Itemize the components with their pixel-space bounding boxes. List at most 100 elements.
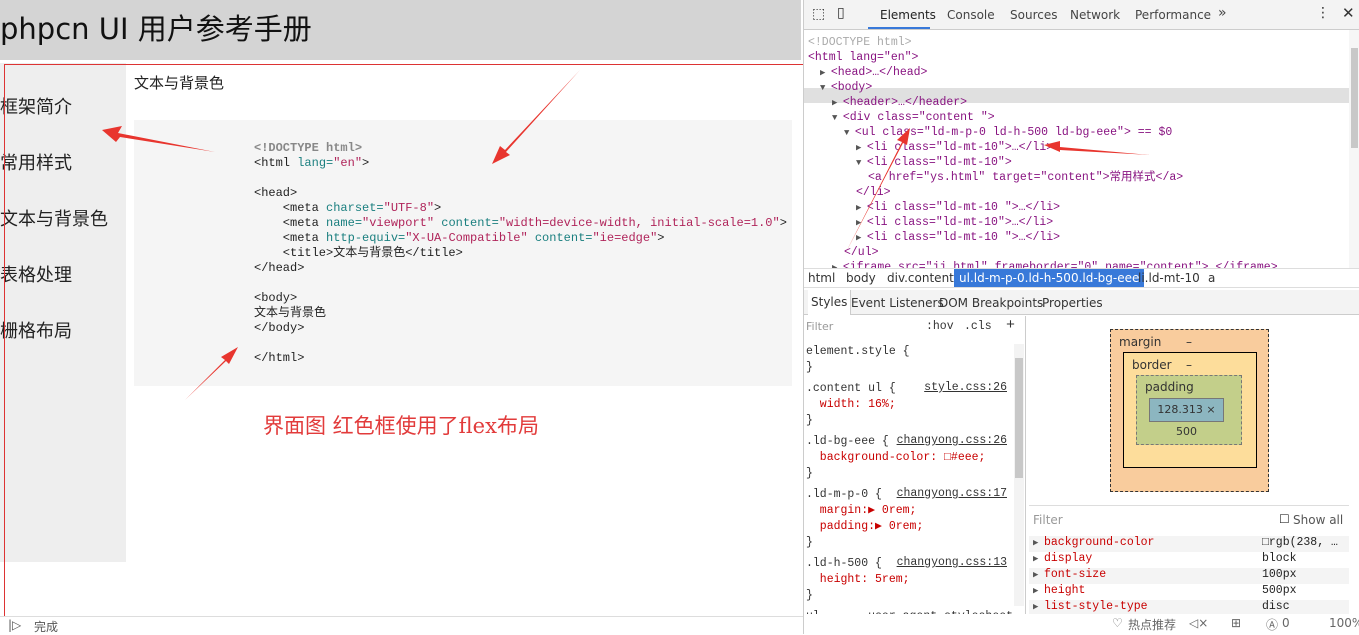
- dom-node-selected[interactable]: ▼ <ul class="ld-m-p-0 ld-h-500 ld-bg-eee…: [844, 125, 1172, 140]
- styles-scrollbar[interactable]: [1014, 344, 1024, 606]
- devtools-toolbar: ⬚ ▯ Elements Console Sources Network Per…: [804, 0, 1359, 30]
- new-rule-button[interactable]: +: [1006, 317, 1015, 334]
- browser-status-right: ♡ 热点推荐 ◁× ⊞ Ⓐ 0 100%: [804, 614, 1359, 634]
- expand-triangle-icon[interactable]: ▶: [1033, 554, 1038, 564]
- dom-node[interactable]: ▶ <head>…</head>: [820, 65, 927, 80]
- css-declaration[interactable]: background-color: □#eee;: [806, 450, 986, 465]
- crumb-a[interactable]: a: [1208, 271, 1215, 285]
- dom-node[interactable]: <!DOCTYPE html>: [808, 35, 912, 50]
- play-icon[interactable]: |▷: [8, 618, 21, 632]
- expand-triangle-icon[interactable]: ▶: [856, 143, 867, 153]
- css-rule-line: .content ul {: [806, 382, 896, 395]
- crumb-li[interactable]: li.ld-mt-10: [1138, 271, 1200, 285]
- device-toggle-icon[interactable]: ▯: [837, 5, 845, 21]
- subtab-properties[interactable]: Properties: [1042, 296, 1103, 310]
- zoom-level[interactable]: 100%: [1329, 616, 1359, 630]
- hot-recommend-label[interactable]: 热点推荐: [1128, 616, 1176, 633]
- menu-icon[interactable]: ⋮: [1316, 5, 1330, 21]
- css-declaration[interactable]: width: 16%;: [806, 397, 896, 412]
- computed-filter-input[interactable]: Filter: [1033, 513, 1063, 527]
- collapse-triangle-icon[interactable]: ▼: [832, 113, 843, 123]
- css-declaration[interactable]: height: 5rem;: [806, 572, 910, 587]
- collapse-triangle-icon[interactable]: ▼: [856, 158, 867, 168]
- download-icon[interactable]: ⊞: [1231, 616, 1241, 630]
- crumb-ul[interactable]: ul.ld-m-p-0.ld-h-500.ld-bg-eee: [954, 269, 1145, 287]
- adblock-icon[interactable]: Ⓐ: [1266, 616, 1278, 633]
- crumb-html[interactable]: html: [808, 271, 835, 285]
- dom-node-text: <div class="content ">: [842, 111, 995, 124]
- css-declaration[interactable]: padding:▶ 0rem;: [806, 519, 924, 534]
- expand-triangle-icon[interactable]: ▶: [1033, 586, 1038, 596]
- dom-node[interactable]: ▶ <li class="ld-mt-10">…</li>: [856, 140, 1053, 155]
- dom-node[interactable]: ▶ <li class="ld-mt-10 ">…</li>: [856, 200, 1060, 215]
- tab-elements[interactable]: Elements: [880, 8, 936, 22]
- box-margin[interactable]: margin – border – padding 128.313 × 500: [1110, 329, 1269, 492]
- expand-triangle-icon[interactable]: ▶: [856, 218, 867, 228]
- dom-node-text: </ul>: [844, 246, 879, 259]
- box-model: margin – border – padding 128.313 × 500: [1029, 316, 1349, 504]
- adblock-count: 0: [1282, 616, 1290, 630]
- css-source-link[interactable]: changyong.css:17: [897, 487, 1007, 500]
- tab-network[interactable]: Network: [1070, 8, 1120, 22]
- dom-node[interactable]: ▼ <div class="content ">: [832, 110, 995, 125]
- box-padding[interactable]: padding 128.313 × 500: [1136, 375, 1242, 445]
- tab-performance[interactable]: Performance: [1135, 8, 1211, 22]
- dom-scrollbar[interactable]: [1349, 30, 1359, 268]
- dom-node-text: <ul class="ld-m-p-0 ld-h-500 ld-bg-eee">…: [854, 126, 1173, 139]
- subtab-event-listeners[interactable]: Event Listeners: [851, 296, 944, 310]
- expand-triangle-icon[interactable]: ▶: [856, 233, 867, 243]
- dom-node-text: <li class="ld-mt-10">: [866, 156, 1012, 169]
- computed-property-value: block: [1262, 552, 1297, 565]
- dom-node[interactable]: ▼ <body>: [820, 80, 872, 95]
- css-rule-line: }: [806, 414, 813, 427]
- dom-node-text: <head>…</head>: [830, 66, 928, 79]
- expand-triangle-icon[interactable]: ▶: [1033, 538, 1038, 548]
- mute-icon[interactable]: ◁×: [1189, 616, 1208, 630]
- css-rule-line: }: [806, 536, 813, 549]
- tab-sources[interactable]: Sources: [1010, 8, 1057, 22]
- crumb-body[interactable]: body: [846, 271, 876, 285]
- expand-triangle-icon[interactable]: ▶: [820, 68, 831, 78]
- dom-node[interactable]: ▶ <header>…</header>: [832, 95, 967, 110]
- inspect-icon[interactable]: ⬚: [812, 6, 825, 22]
- expand-triangle-icon[interactable]: ▶: [1033, 602, 1038, 612]
- show-all-checkbox[interactable]: ☐: [1279, 512, 1290, 526]
- css-declaration[interactable]: margin:▶ 0rem;: [806, 503, 917, 518]
- computed-property[interactable]: ▶ font-size 100px: [1029, 568, 1349, 584]
- expand-triangle-icon[interactable]: ▶: [856, 203, 867, 213]
- box-content-size[interactable]: 128.313 × 500: [1149, 398, 1224, 438]
- box-border[interactable]: border – padding 128.313 × 500: [1123, 352, 1257, 468]
- css-source-link[interactable]: changyong.css:26: [897, 434, 1007, 447]
- dom-tree[interactable]: <!DOCTYPE html> <html lang="en"> ▶ <head>……: [804, 30, 1349, 274]
- dom-node[interactable]: </li>: [856, 185, 891, 200]
- computed-property[interactable]: ▶ height 500px: [1029, 584, 1349, 600]
- expand-triangle-icon[interactable]: ▶: [1033, 570, 1038, 580]
- close-icon[interactable]: ✕: [1342, 4, 1355, 22]
- subtab-dom-breakpoints[interactable]: DOM Breakpoints: [939, 296, 1043, 310]
- styles-filter-input[interactable]: Filter: [806, 320, 833, 333]
- computed-property[interactable]: ▶ display block: [1029, 552, 1349, 568]
- tab-console[interactable]: Console: [947, 8, 995, 22]
- dom-node[interactable]: ▼ <li class="ld-mt-10">: [856, 155, 1012, 170]
- more-tabs-icon[interactable]: »: [1218, 5, 1227, 21]
- css-source-link[interactable]: style.css:26: [924, 381, 1007, 394]
- dom-node[interactable]: <a href="ys.html" target="content">常用样式<…: [868, 170, 1183, 185]
- collapse-triangle-icon[interactable]: ▼: [844, 128, 855, 138]
- computed-property[interactable]: ▶ background-color □rgb(238, …: [1029, 536, 1349, 552]
- crumb-div-content[interactable]: div.content: [887, 271, 954, 285]
- css-rule-line: }: [806, 361, 813, 374]
- expand-triangle-icon[interactable]: ▶: [832, 98, 843, 108]
- browser-status-bar: |▷ 完成: [0, 616, 803, 634]
- styles-pane: Filter :hov .cls + element.style {} .cont…: [804, 316, 1026, 614]
- hot-recommend-icon[interactable]: ♡: [1112, 616, 1123, 630]
- border-label: border: [1132, 358, 1172, 372]
- collapse-triangle-icon[interactable]: ▼: [820, 83, 831, 93]
- dom-node[interactable]: ▶ <li class="ld-mt-10">…</li>: [856, 215, 1053, 230]
- cls-button[interactable]: .cls: [964, 320, 992, 333]
- subtab-styles[interactable]: Styles: [808, 290, 852, 315]
- dom-node[interactable]: <html lang="en">: [808, 50, 918, 65]
- hov-button[interactable]: :hov: [926, 320, 954, 333]
- dom-node[interactable]: ▶ <li class="ld-mt-10 ">…</li>: [856, 230, 1060, 245]
- css-source-link[interactable]: changyong.css:13: [897, 556, 1007, 569]
- dom-node[interactable]: </ul>: [844, 245, 879, 260]
